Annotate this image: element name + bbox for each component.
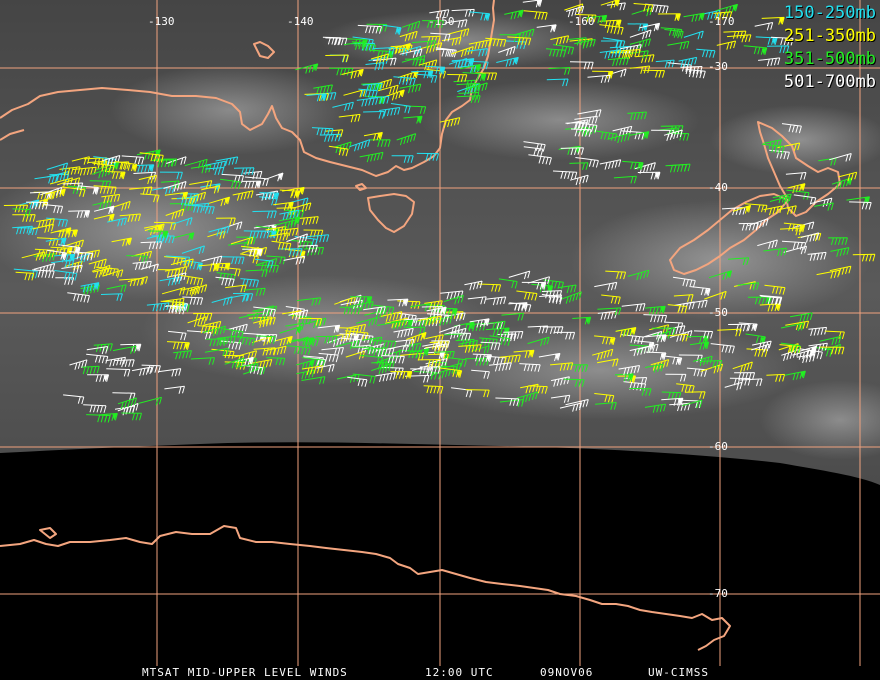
lat-label-50: -50 — [708, 306, 728, 319]
caption-source: UW-CIMSS — [648, 666, 709, 679]
map-canvas — [0, 0, 880, 666]
legend-entry-351-500: 351-500mb — [783, 49, 876, 69]
caption-time: 12:00 UTC — [425, 666, 494, 679]
caption-date: 09NOV06 — [540, 666, 594, 679]
lon-label-170: -170 — [708, 15, 735, 28]
legend-entry-501-700: 501-700mb — [783, 72, 876, 92]
antarctica-coast — [0, 525, 731, 651]
lat-label-40: -40 — [708, 181, 728, 194]
lon-label-130: -130 — [148, 15, 175, 28]
legend-entry-251-350: 251-350mb — [783, 26, 876, 46]
satellite-wind-map: -130 -140 -150 -160 -170 -30 -40 -50 -60… — [0, 0, 880, 680]
legend-entry-150-250: 150-250mb — [783, 3, 876, 23]
image-caption: MTSAT MID-UPPER LEVEL WINDS 12:00 UTC 09… — [0, 666, 880, 680]
lat-label-30: -30 — [708, 60, 728, 73]
caption-product: MTSAT MID-UPPER LEVEL WINDS — [142, 666, 348, 679]
lon-label-160: -160 — [568, 15, 595, 28]
lat-label-60: -60 — [708, 440, 728, 453]
lat-label-70: -70 — [708, 587, 728, 600]
pressure-layer-legend: 150-250mb 251-350mb 351-500mb 501-700mb — [784, 2, 876, 94]
antarctic-islet — [39, 527, 57, 539]
lon-label-140: -140 — [287, 15, 314, 28]
lon-label-150: -150 — [428, 15, 455, 28]
